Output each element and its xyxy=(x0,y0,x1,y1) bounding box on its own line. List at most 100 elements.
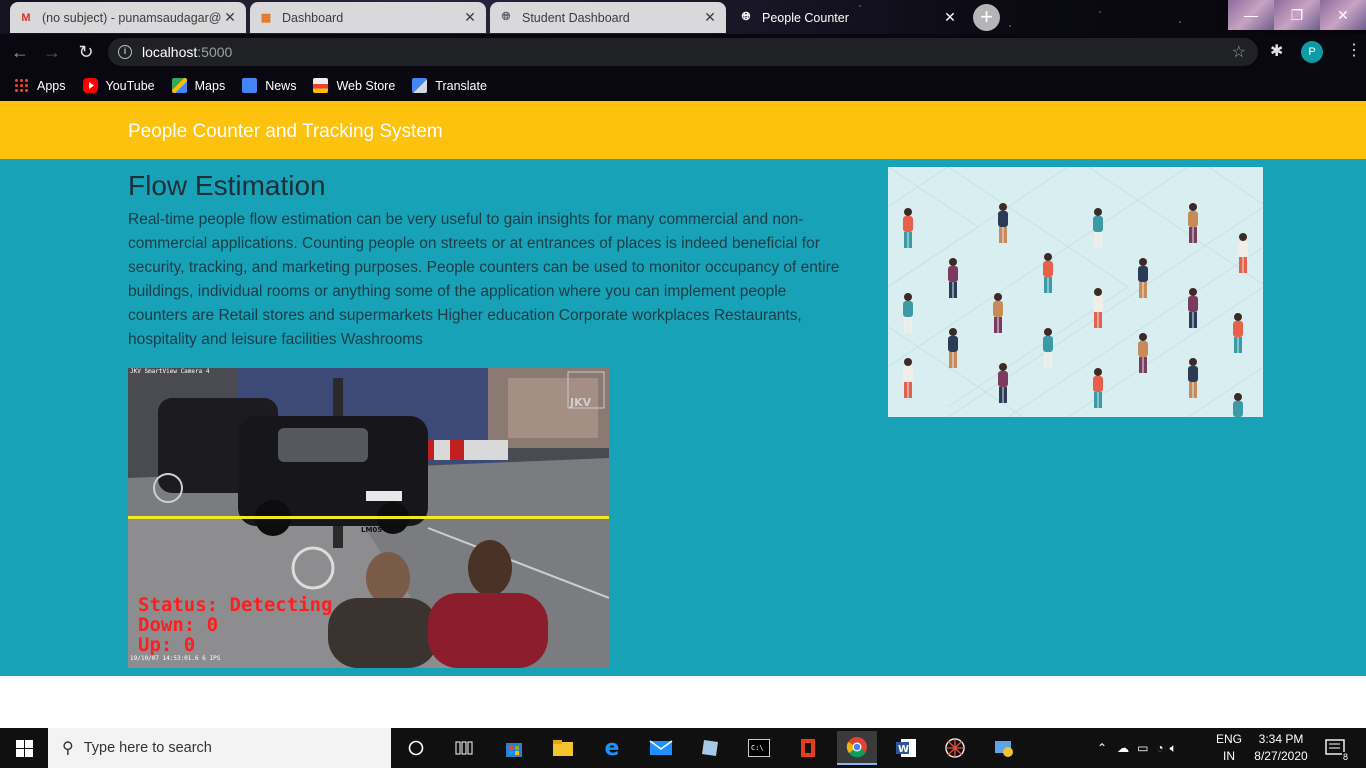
up-count: Up: 0 xyxy=(138,634,196,656)
terminal-icon[interactable]: C:\ xyxy=(739,734,779,762)
site-brand[interactable]: People Counter and Tracking System xyxy=(128,121,443,143)
control-panel-icon[interactable] xyxy=(984,734,1024,762)
url-port: :5000 xyxy=(197,44,233,60)
back-icon[interactable]: ← xyxy=(8,40,32,64)
page-title: Flow Estimation xyxy=(128,170,326,201)
close-icon[interactable]: ✕ xyxy=(942,9,958,26)
tab-gmail[interactable]: M (no subject) - punamsaudagar@ ✕ xyxy=(10,2,246,33)
lang-top: ENG xyxy=(1216,732,1243,746)
bookmark-apps[interactable]: Apps xyxy=(14,78,66,93)
notes-app-icon[interactable] xyxy=(690,734,730,762)
reload-icon[interactable]: ↻ xyxy=(74,40,98,64)
person-figure xyxy=(1043,328,1053,368)
windows-taskbar: ⚲ Type here to search e C:\ W ⌃ ☁ ▭ ◔ 🔈︎… xyxy=(0,728,1366,768)
person-figure xyxy=(903,358,913,398)
file-explorer-icon[interactable] xyxy=(543,734,583,762)
tab-label: (no subject) - punamsaudagar@ xyxy=(42,10,222,25)
start-button[interactable] xyxy=(0,728,48,768)
web-store-icon xyxy=(313,78,329,93)
gmail-icon: M xyxy=(21,11,31,24)
mail-icon[interactable] xyxy=(641,734,681,762)
bookmark-label: News xyxy=(265,78,297,93)
bookmark-maps[interactable]: Maps xyxy=(171,78,225,93)
video-timestamp: 19/10/07 14:53:01.6 6 IPS xyxy=(130,655,221,662)
person-figure xyxy=(948,328,958,368)
close-window-button[interactable]: ✕ xyxy=(1320,0,1366,30)
person-figure xyxy=(998,203,1008,243)
notification-count: 8 xyxy=(1341,752,1349,762)
task-view-icon[interactable] xyxy=(444,734,484,762)
svg-text:C:\: C:\ xyxy=(751,744,764,752)
person-figure xyxy=(1188,288,1198,328)
bookmark-label: Apps xyxy=(37,78,66,93)
tab-people-counter[interactable]: 🌐︎ People Counter ✕ xyxy=(730,2,966,33)
bookmark-label: Web Store xyxy=(336,78,396,93)
camera-watermark: JKV xyxy=(570,396,592,409)
chrome-icon[interactable] xyxy=(837,731,877,765)
status-text: Status: Detecting xyxy=(138,594,333,616)
store-icon[interactable] xyxy=(494,734,534,762)
bookmark-star-icon[interactable]: ☆ xyxy=(1232,42,1246,62)
forward-icon[interactable]: → xyxy=(40,40,64,64)
svg-text:W: W xyxy=(898,744,909,755)
close-icon[interactable]: ✕ xyxy=(462,9,478,26)
main-section: Flow Estimation Real-time people flow es… xyxy=(0,159,1366,676)
edge-icon[interactable]: e xyxy=(592,734,632,762)
news-icon xyxy=(242,78,258,93)
address-bar[interactable]: i localhost:5000 ☆ xyxy=(108,38,1258,66)
info-icon[interactable]: i xyxy=(118,45,132,59)
office-icon[interactable] xyxy=(788,734,828,762)
system-tray: ⌃ ☁ ▭ ◔ 🔈︎ xyxy=(1097,728,1177,768)
profile-avatar[interactable]: P xyxy=(1301,41,1323,63)
taskbar-clock[interactable]: 3:34 PM 8/27/2020 xyxy=(1250,731,1312,765)
extensions-icon[interactable]: ✱ xyxy=(1270,41,1283,61)
close-icon[interactable]: ✕ xyxy=(702,9,718,26)
clock-date: 8/27/2020 xyxy=(1254,749,1308,763)
person-figure xyxy=(1188,358,1198,398)
person-figure xyxy=(1093,208,1103,248)
tab-label: Student Dashboard xyxy=(522,10,630,25)
person-figure xyxy=(993,293,1003,333)
search-placeholder: Type here to search xyxy=(83,740,212,756)
tab-student-dashboard[interactable]: 🌐︎ Student Dashboard ✕ xyxy=(490,2,726,33)
dashboard-icon: ▦ xyxy=(260,12,272,24)
clock-time: 3:34 PM xyxy=(1258,732,1304,746)
url-host: localhost xyxy=(142,44,198,60)
kebab-menu-icon[interactable]: ⋮ xyxy=(1346,40,1362,60)
video-feed: JKV SmartView Camera 4 JKV LM05 YHA Stat… xyxy=(128,368,609,668)
bookmark-label: Translate xyxy=(435,78,487,93)
people-illustration-graphic xyxy=(888,167,1263,417)
onedrive-icon[interactable]: ☁ xyxy=(1117,741,1129,755)
person-figure xyxy=(1233,393,1243,417)
bookmark-web-store[interactable]: Web Store xyxy=(313,78,395,93)
person-figure xyxy=(1093,368,1103,408)
minimize-button[interactable]: — xyxy=(1228,0,1274,30)
cortana-icon[interactable] xyxy=(396,734,436,762)
new-tab-button[interactable]: + xyxy=(973,4,1000,31)
bookmark-translate[interactable]: Translate xyxy=(412,78,487,93)
chevron-up-icon[interactable]: ⌃ xyxy=(1097,741,1107,755)
people-illustration xyxy=(888,167,1263,417)
language-indicator[interactable]: ENG IN xyxy=(1216,731,1242,765)
bookmark-news[interactable]: News xyxy=(242,78,296,93)
search-icon: ⚲ xyxy=(62,740,74,757)
volume-icon[interactable]: 🔈︎ xyxy=(1170,741,1177,756)
apps-grid-icon xyxy=(14,78,29,93)
tab-strip: M (no subject) - punamsaudagar@ ✕ ▦ Dash… xyxy=(0,0,1366,34)
spider-app-icon[interactable] xyxy=(935,734,975,762)
person-figure xyxy=(1233,313,1243,353)
maps-icon xyxy=(171,78,187,93)
tab-dashboard[interactable]: ▦ Dashboard ✕ xyxy=(250,2,486,33)
notifications-button[interactable]: 8 xyxy=(1320,734,1350,762)
globe-icon: 🌐︎ xyxy=(501,11,511,23)
wifi-icon[interactable]: ◔ xyxy=(1156,741,1163,755)
battery-icon[interactable]: ▭ xyxy=(1137,741,1148,755)
bookmark-youtube[interactable]: YouTube xyxy=(82,78,155,93)
down-count: Down: 0 xyxy=(138,614,219,636)
browser-toolbar: ← → ↻ i localhost:5000 ☆ xyxy=(0,34,1366,70)
close-icon[interactable]: ✕ xyxy=(222,9,238,26)
word-icon[interactable]: W xyxy=(886,734,926,762)
globe-icon: 🌐︎ xyxy=(741,11,751,23)
restore-button[interactable]: ❐ xyxy=(1274,0,1320,30)
taskbar-search[interactable]: ⚲ Type here to search xyxy=(48,728,391,768)
